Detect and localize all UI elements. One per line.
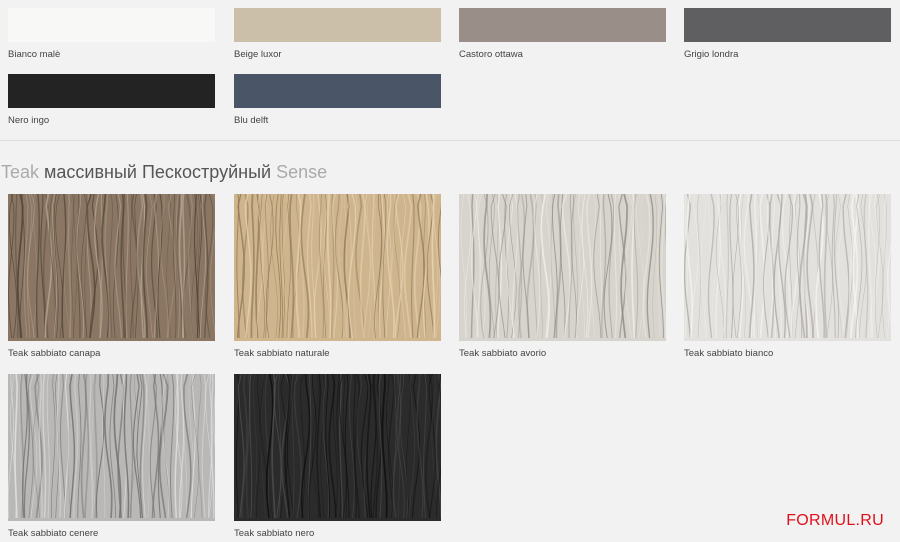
wood-texture <box>234 374 441 521</box>
swatch-bianco-male[interactable]: Bianco malè <box>8 8 215 60</box>
swatch-castoro-ottawa[interactable]: Castoro ottawa <box>459 8 666 60</box>
swatch-color <box>459 8 666 42</box>
wood-texture <box>8 194 215 341</box>
wood-label: Teak sabbiato canapa <box>8 348 101 359</box>
wood-teak-sabbiato-bianco[interactable]: Teak sabbiato bianco <box>684 194 891 359</box>
wood-teak-sabbiato-nero[interactable]: Teak sabbiato nero <box>234 374 441 539</box>
swatch-beige-luxor[interactable]: Beige luxor <box>234 8 441 60</box>
wood-teak-sabbiato-canapa[interactable]: Teak sabbiato canapa <box>8 194 215 359</box>
wood-texture <box>684 194 891 341</box>
section-title: Teak массивный Пескоструйный Sense <box>1 162 327 183</box>
section-title-prefix: Teak <box>1 162 40 182</box>
swatch-label: Blu delft <box>234 115 269 126</box>
swatch-label: Nero ingo <box>8 115 50 126</box>
section-title-suffix: Sense <box>276 162 328 182</box>
wood-label: Teak sabbiato naturale <box>234 348 330 359</box>
wood-label: Teak sabbiato bianco <box>684 348 774 359</box>
swatch-nero-ingo[interactable]: Nero ingo <box>8 74 215 126</box>
swatch-label: Grigio londra <box>684 49 739 60</box>
swatch-color <box>234 74 441 108</box>
wood-teak-sabbiato-naturale[interactable]: Teak sabbiato naturale <box>234 194 441 359</box>
section-title-bold: массивный Пескоструйный <box>44 162 272 182</box>
swatch-color <box>8 74 215 108</box>
swatch-color <box>8 8 215 42</box>
wood-label: Teak sabbiato cenere <box>8 528 99 539</box>
wood-teak-sabbiato-cenere[interactable]: Teak sabbiato cenere <box>8 374 215 539</box>
swatch-color <box>684 8 891 42</box>
swatch-grigio-londra[interactable]: Grigio londra <box>684 8 891 60</box>
swatch-label: Bianco malè <box>8 49 61 60</box>
wood-teak-sabbiato-avorio[interactable]: Teak sabbiato avorio <box>459 194 666 359</box>
swatch-color <box>234 8 441 42</box>
wood-texture <box>234 194 441 341</box>
swatch-label: Beige luxor <box>234 49 282 60</box>
wood-label: Teak sabbiato nero <box>234 528 315 539</box>
swatch-label: Castoro ottawa <box>459 49 523 60</box>
watermark-logo: FORMUL.RU <box>786 512 884 529</box>
wood-texture <box>8 374 215 521</box>
wood-label: Teak sabbiato avorio <box>459 348 547 359</box>
section-divider <box>0 140 900 141</box>
wood-texture <box>459 194 666 341</box>
swatch-blu-delft[interactable]: Blu delft <box>234 74 441 126</box>
